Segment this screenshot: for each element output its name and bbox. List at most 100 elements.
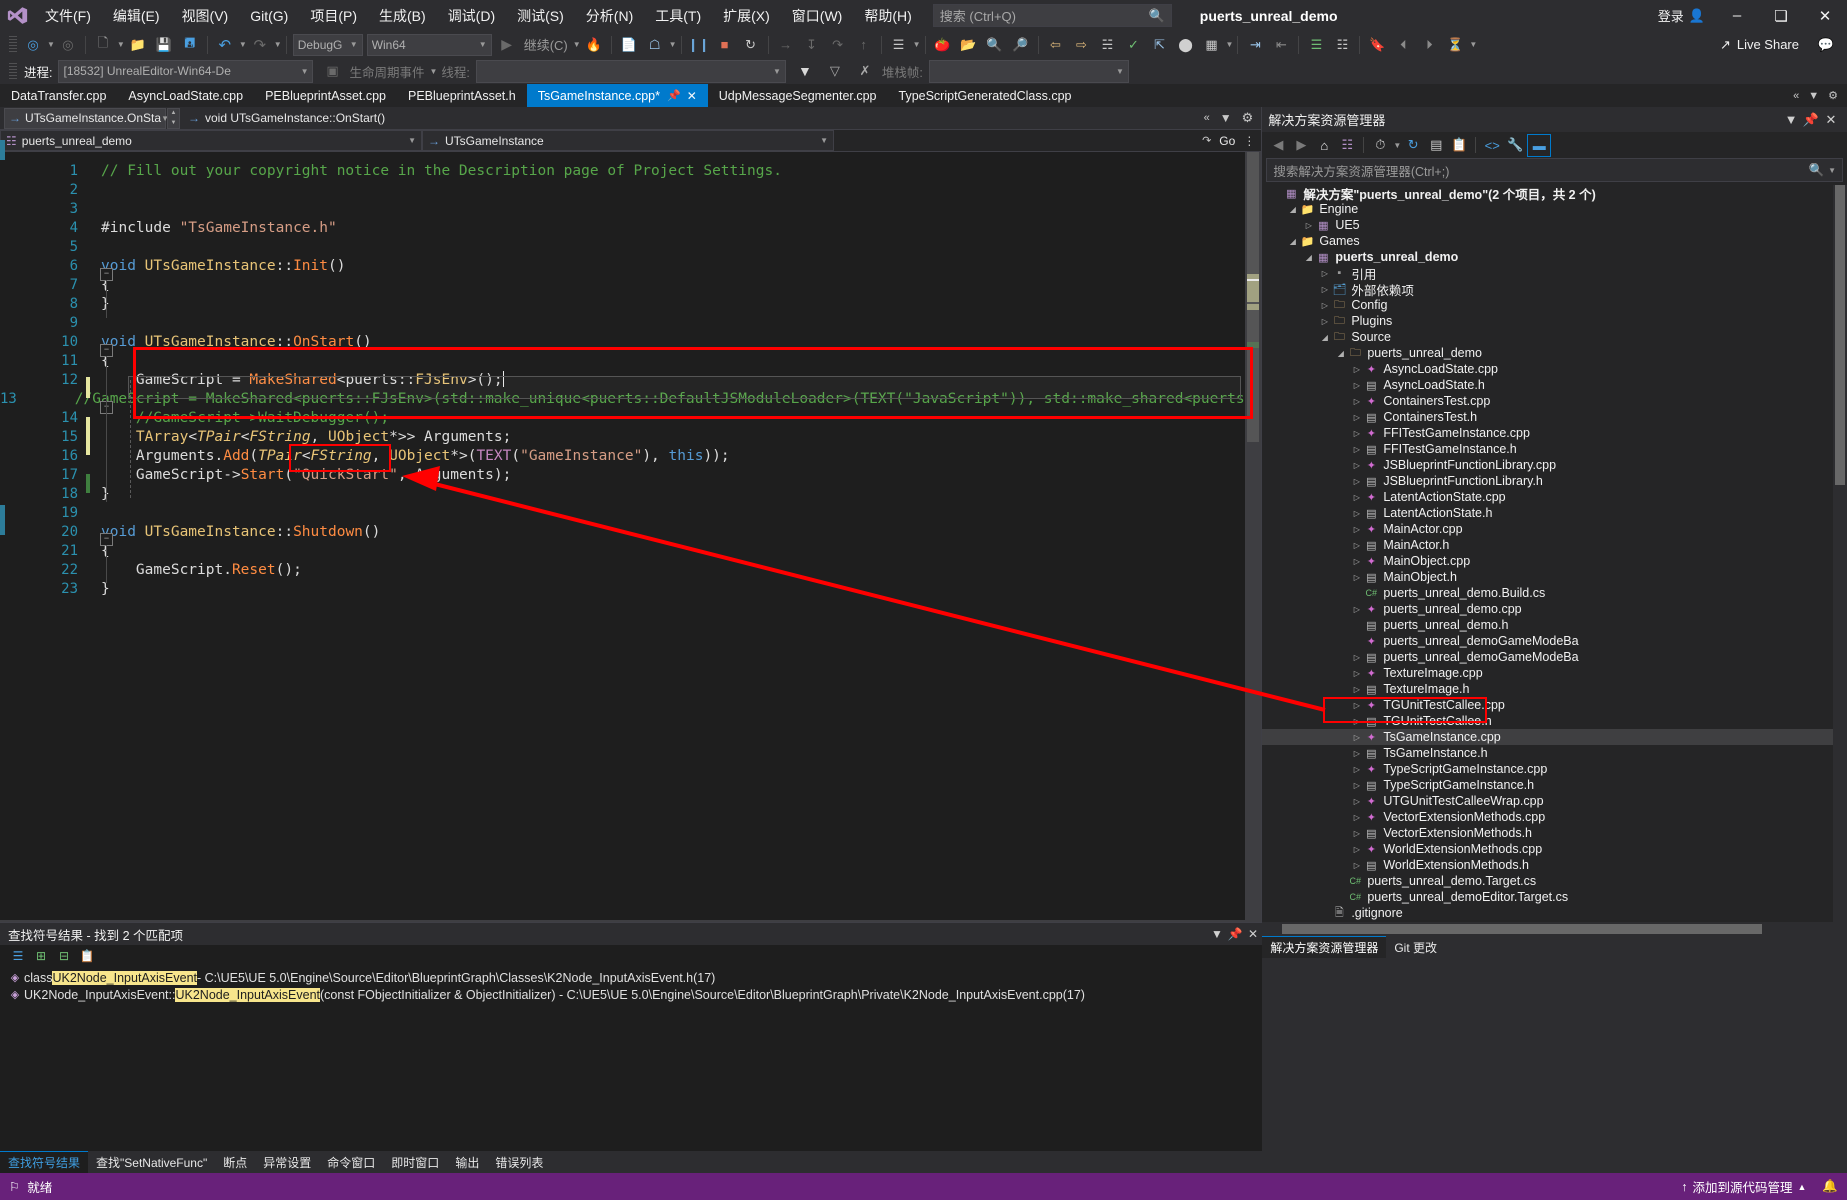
tree-item[interactable]: ▷ 🗀 Config	[1262, 297, 1847, 313]
export-icon[interactable]: ⇱	[1147, 34, 1173, 56]
tree-item-selected[interactable]: ▷ ✦ TsGameInstance.cpp	[1262, 729, 1847, 745]
tree-item[interactable]: ▷ ▤ FFITestGameInstance.h	[1262, 441, 1847, 457]
go-arrow-icon[interactable]: ↷	[1202, 134, 1211, 147]
chevron-down-icon[interactable]: ▼	[1781, 112, 1801, 127]
expand-closed-icon[interactable]: ▷	[1350, 669, 1363, 678]
expand-closed-icon[interactable]: ▷	[1350, 381, 1363, 390]
redo-icon[interactable]: ↷	[247, 34, 273, 56]
bookmark-dropdown-icon[interactable]: ▼	[1469, 40, 1477, 49]
outdent-icon[interactable]: ⇤	[1268, 34, 1294, 56]
code-line[interactable]: 6 void UTsGameInstance::Init()	[0, 256, 1261, 275]
new-breakpoint-icon[interactable]: 📂	[956, 34, 982, 56]
code-line[interactable]: 9	[0, 313, 1261, 332]
tree-item[interactable]: C# puerts_unreal_demoEditor.Target.cs	[1262, 889, 1847, 905]
continue-dropdown-icon[interactable]: ▼	[573, 40, 581, 49]
pin-icon[interactable]: 📌	[1226, 927, 1244, 941]
code-line[interactable]: 20 void UTsGameInstance::Shutdown()	[0, 522, 1261, 541]
tree-item[interactable]: ▷ ▤ AsyncLoadState.h	[1262, 377, 1847, 393]
tree-item[interactable]: ▷ ▤ MainObject.h	[1262, 569, 1847, 585]
attach-icon[interactable]: 📄	[616, 34, 642, 56]
tree-item[interactable]: C# puerts_unreal_demo.Target.cs	[1262, 873, 1847, 889]
open-file-icon[interactable]: 📁	[125, 34, 151, 56]
redo-dropdown-icon[interactable]: ▼	[274, 40, 282, 49]
configuration-select[interactable]: DebugG ▼	[292, 33, 363, 56]
expand-closed-icon[interactable]: ▷	[1350, 813, 1363, 822]
tree-item[interactable]: ▷ ✦ VectorExtensionMethods.cpp	[1262, 809, 1847, 825]
menu-analyze[interactable]: 分析(N)	[575, 2, 644, 30]
expand-closed-icon[interactable]: ▷	[1350, 445, 1363, 454]
code-text[interactable]: GameScript->Start("QuickStart", Argument…	[87, 467, 511, 483]
continue-button[interactable]: 继续(C)	[520, 34, 572, 56]
tree-item[interactable]: ▦ 解决方案"puerts_unreal_demo"(2 个项目，共 2 个)	[1262, 185, 1847, 202]
find-result-row[interactable]: ◈ UK2Node_InputAxisEvent:: UK2Node_InputAx…	[0, 986, 1262, 1003]
tree-item[interactable]: ▷ ▤ TypeScriptGameInstance.h	[1262, 777, 1847, 793]
expand-closed-icon[interactable]: ▷	[1350, 557, 1363, 566]
find-icon[interactable]: 🔍	[982, 34, 1008, 56]
thread-select[interactable]: ▼	[475, 59, 786, 83]
solution-tree-scrollbar[interactable]	[1833, 185, 1847, 922]
expand-closed-icon[interactable]: ▷	[1350, 749, 1363, 758]
tree-item[interactable]: ▷ ✦ ContainersTest.cpp	[1262, 393, 1847, 409]
memory-dropdown-icon[interactable]: ▼	[1226, 40, 1234, 49]
filter-icon[interactable]: ▼	[792, 60, 818, 82]
forward-icon[interactable]: ▶	[1290, 135, 1312, 156]
code-editor[interactable]: 1 // Fill out your copyright notice in th…	[0, 152, 1262, 935]
code-line[interactable]: 11{	[0, 351, 1261, 370]
expand-closed-icon[interactable]: ▷	[1350, 413, 1363, 422]
save-icon[interactable]: 💾	[151, 34, 177, 56]
tree-item[interactable]: ▷ ▤ TGUnitTestCallee.h	[1262, 713, 1847, 729]
code-line[interactable]: 16 Arguments.Add(TPair<FString, UObject*…	[0, 446, 1261, 465]
scrollbar-thumb[interactable]	[1282, 924, 1763, 934]
tab-command-window[interactable]: 命令窗口	[319, 1151, 383, 1173]
hot-reload-icon[interactable]: 🔥	[581, 34, 607, 56]
code-text[interactable]: void UTsGameInstance::Init()	[87, 258, 345, 274]
new-project-icon[interactable]: 🗋	[90, 34, 116, 56]
code-text[interactable]: TArray<TPair<FString, UObject*>> Argumen…	[87, 429, 511, 445]
menu-help[interactable]: 帮助(H)	[853, 2, 922, 30]
filter-icon[interactable]: ▼	[1220, 111, 1232, 125]
pause-icon[interactable]: ❙❙	[686, 34, 712, 56]
menu-edit[interactable]: 编辑(E)	[102, 2, 171, 30]
expand-closed-icon[interactable]: ▷	[1350, 829, 1363, 838]
expand-closed-icon[interactable]: ▷	[1318, 269, 1331, 278]
no-filter-icon[interactable]: ✗	[852, 60, 878, 82]
menu-git[interactable]: Git(G)	[239, 4, 299, 28]
lifecycle-events-icon[interactable]: ▣	[319, 60, 345, 82]
tree-item[interactable]: ▷ ✦ LatentActionState.cpp	[1262, 489, 1847, 505]
expand-closed-icon[interactable]: ▷	[1318, 317, 1331, 326]
forward-nav-icon[interactable]: ◎	[55, 34, 81, 56]
expand-closed-icon[interactable]: ▷	[1350, 733, 1363, 742]
tree-item[interactable]: ▤ puerts_unreal_demo.h	[1262, 617, 1847, 633]
step-back-icon[interactable]: ⇦	[1043, 34, 1069, 56]
step-forward-icon[interactable]: ⇨	[1069, 34, 1095, 56]
expand-closed-icon[interactable]: ▷	[1350, 845, 1363, 854]
chevron-down-icon[interactable]: ▼	[1828, 166, 1836, 175]
bookmark-icon[interactable]: 🔖	[1364, 34, 1390, 56]
prev-bookmark-icon[interactable]: ⏴	[1390, 34, 1416, 56]
quick-search-input[interactable]: 搜索 (Ctrl+Q) 🔍	[932, 4, 1172, 27]
spin-up-icon[interactable]: ▲	[168, 108, 179, 118]
platform-select[interactable]: Win64 ▼	[366, 33, 492, 56]
undo-icon[interactable]: ↶	[212, 34, 238, 56]
solution-search-input[interactable]: 搜索解决方案资源管理器(Ctrl+;) 🔍 ▼	[1266, 158, 1843, 182]
expand-closed-icon[interactable]: ▷	[1302, 221, 1315, 230]
code-lines[interactable]: 1 // Fill out your copyright notice in th…	[0, 152, 1261, 935]
menu-build[interactable]: 生成(B)	[368, 2, 437, 30]
toolbar-grip[interactable]	[9, 36, 17, 53]
code-line[interactable]: 10 void UTsGameInstance::OnStart()	[0, 332, 1261, 351]
code-text[interactable]: //GameScript->WaitDebugger();	[87, 410, 389, 426]
expand-closed-icon[interactable]: ▷	[1350, 477, 1363, 486]
scrollbar-thumb[interactable]	[1247, 152, 1260, 442]
menu-test[interactable]: 测试(S)	[506, 2, 575, 30]
memory-icon[interactable]: ▦	[1199, 34, 1225, 56]
close-icon[interactable]: ✕	[687, 89, 697, 103]
menu-project[interactable]: 项目(P)	[299, 2, 368, 30]
comment-icon[interactable]: ☰	[1303, 34, 1329, 56]
tree-item[interactable]: ▷ ✦ AsyncLoadState.cpp	[1262, 361, 1847, 377]
gear-icon[interactable]: ⚙	[1828, 89, 1838, 102]
code-line[interactable]: 15 TArray<TPair<FString, UObject*>> Argu…	[0, 427, 1261, 446]
menu-debug[interactable]: 调试(D)	[437, 2, 506, 30]
tree-item[interactable]: ✦ puerts_unreal_demoGameModeBa	[1262, 633, 1847, 649]
breakpoint-icon[interactable]: 🍅	[930, 34, 956, 56]
sign-in-button[interactable]: 登录 👤	[1648, 6, 1715, 25]
